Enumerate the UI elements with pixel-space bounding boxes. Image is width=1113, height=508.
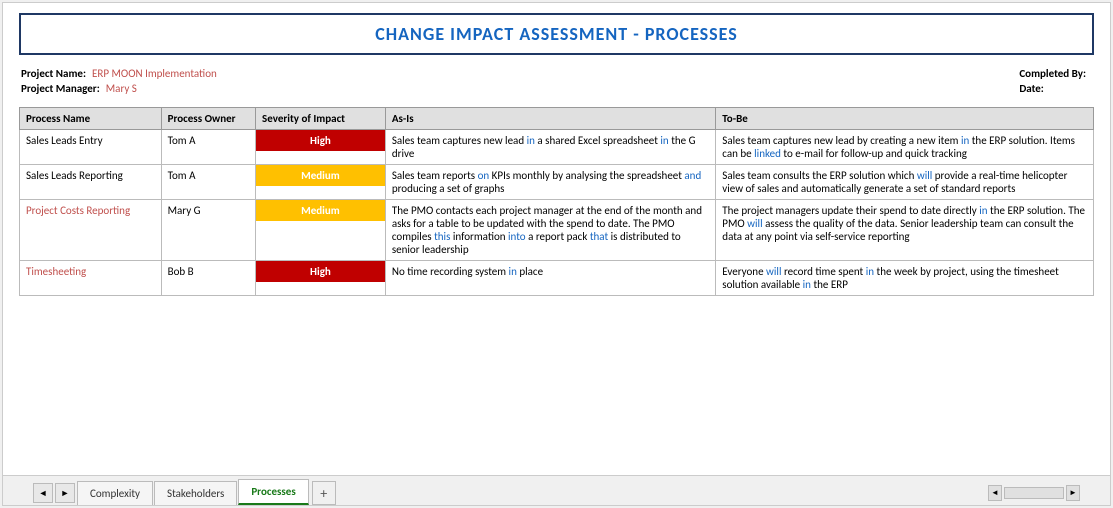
table-row: Sales Leads EntryTom AHighSales team cap… — [20, 130, 1094, 165]
cell-tobe: Sales team consults the ERP solution whi… — [716, 165, 1094, 200]
cell-process-owner: Tom A — [161, 130, 255, 165]
project-name-label: Project Name: — [21, 67, 86, 80]
table-row: Sales Leads ReportingTom AMediumSales te… — [20, 165, 1094, 200]
severity-badge: Medium — [256, 165, 385, 186]
spreadsheet-wrapper: CHANGE IMPACT ASSESSMENT - PROCESSES Pro… — [2, 2, 1111, 506]
completed-by-row: Completed By: — [1019, 67, 1092, 80]
cell-tobe: Everyone will record time spent in the w… — [716, 261, 1094, 296]
cell-process-owner: Bob B — [161, 261, 255, 296]
cell-severity: High — [256, 130, 386, 165]
cell-process-name: Sales Leads Reporting — [20, 165, 162, 200]
col-header-severity: Severity of Impact — [256, 108, 386, 130]
meta-left: Project Name: ERP MOON Implementation Pr… — [21, 67, 217, 95]
project-name-row: Project Name: ERP MOON Implementation — [21, 67, 217, 80]
tab-processes[interactable]: Processes — [238, 479, 308, 505]
scroll-right-btn[interactable]: ► — [1066, 485, 1080, 501]
tab-bar: ◄ ► Complexity Stakeholders Processes + … — [3, 475, 1110, 505]
cell-tobe: The project managers update their spend … — [716, 200, 1094, 261]
cell-process-owner: Tom A — [161, 165, 255, 200]
meta-right: Completed By: Date: — [1019, 67, 1092, 95]
project-manager-label: Project Manager: — [21, 82, 100, 95]
severity-badge: Medium — [256, 200, 385, 221]
cell-tobe: Sales team captures new lead by creating… — [716, 130, 1094, 165]
horizontal-scrollbar[interactable]: ◄ ► — [988, 481, 1080, 505]
scroll-left-btn[interactable]: ◄ — [988, 485, 1002, 501]
cell-asis: The PMO contacts each project manager at… — [385, 200, 715, 261]
cell-severity: Medium — [256, 200, 386, 261]
table-row: TimesheetingBob BHighNo time recording s… — [20, 261, 1094, 296]
project-manager-row: Project Manager: Mary S — [21, 82, 217, 95]
tab-stakeholders[interactable]: Stakeholders — [154, 481, 237, 505]
col-header-owner: Process Owner — [161, 108, 255, 130]
col-header-process: Process Name — [20, 108, 162, 130]
tab-nav-right[interactable]: ► — [55, 483, 75, 503]
project-manager-value: Mary S — [106, 82, 137, 95]
cell-severity: Medium — [256, 165, 386, 200]
impact-table: Process Name Process Owner Severity of I… — [19, 107, 1094, 296]
meta-section: Project Name: ERP MOON Implementation Pr… — [19, 67, 1094, 95]
severity-badge: High — [256, 130, 385, 151]
tab-complexity[interactable]: Complexity — [77, 481, 153, 505]
col-header-asis: As-Is — [385, 108, 715, 130]
severity-badge: High — [256, 261, 385, 282]
main-content: CHANGE IMPACT ASSESSMENT - PROCESSES Pro… — [3, 3, 1110, 475]
table-row: Project Costs ReportingMary GMediumThe P… — [20, 200, 1094, 261]
cell-process-name: Project Costs Reporting — [20, 200, 162, 261]
cell-process-owner: Mary G — [161, 200, 255, 261]
tab-add-button[interactable]: + — [312, 481, 336, 505]
title-box: CHANGE IMPACT ASSESSMENT - PROCESSES — [19, 13, 1094, 55]
cell-process-name: Sales Leads Entry — [20, 130, 162, 165]
cell-asis: No time recording system in place — [385, 261, 715, 296]
col-header-tobe: To-Be — [716, 108, 1094, 130]
date-row: Date: — [1019, 82, 1092, 95]
cell-severity: High — [256, 261, 386, 296]
cell-process-name: Timesheeting — [20, 261, 162, 296]
table-header-row: Process Name Process Owner Severity of I… — [20, 108, 1094, 130]
date-label: Date: — [1019, 82, 1044, 95]
page-title: CHANGE IMPACT ASSESSMENT - PROCESSES — [375, 23, 738, 45]
cell-asis: Sales team captures new lead in a shared… — [385, 130, 715, 165]
completed-by-label: Completed By: — [1019, 67, 1086, 80]
scroll-track[interactable] — [1004, 487, 1064, 499]
tab-nav-left[interactable]: ◄ — [33, 483, 53, 503]
cell-asis: Sales team reports on KPIs monthly by an… — [385, 165, 715, 200]
project-name-value: ERP MOON Implementation — [92, 67, 217, 80]
